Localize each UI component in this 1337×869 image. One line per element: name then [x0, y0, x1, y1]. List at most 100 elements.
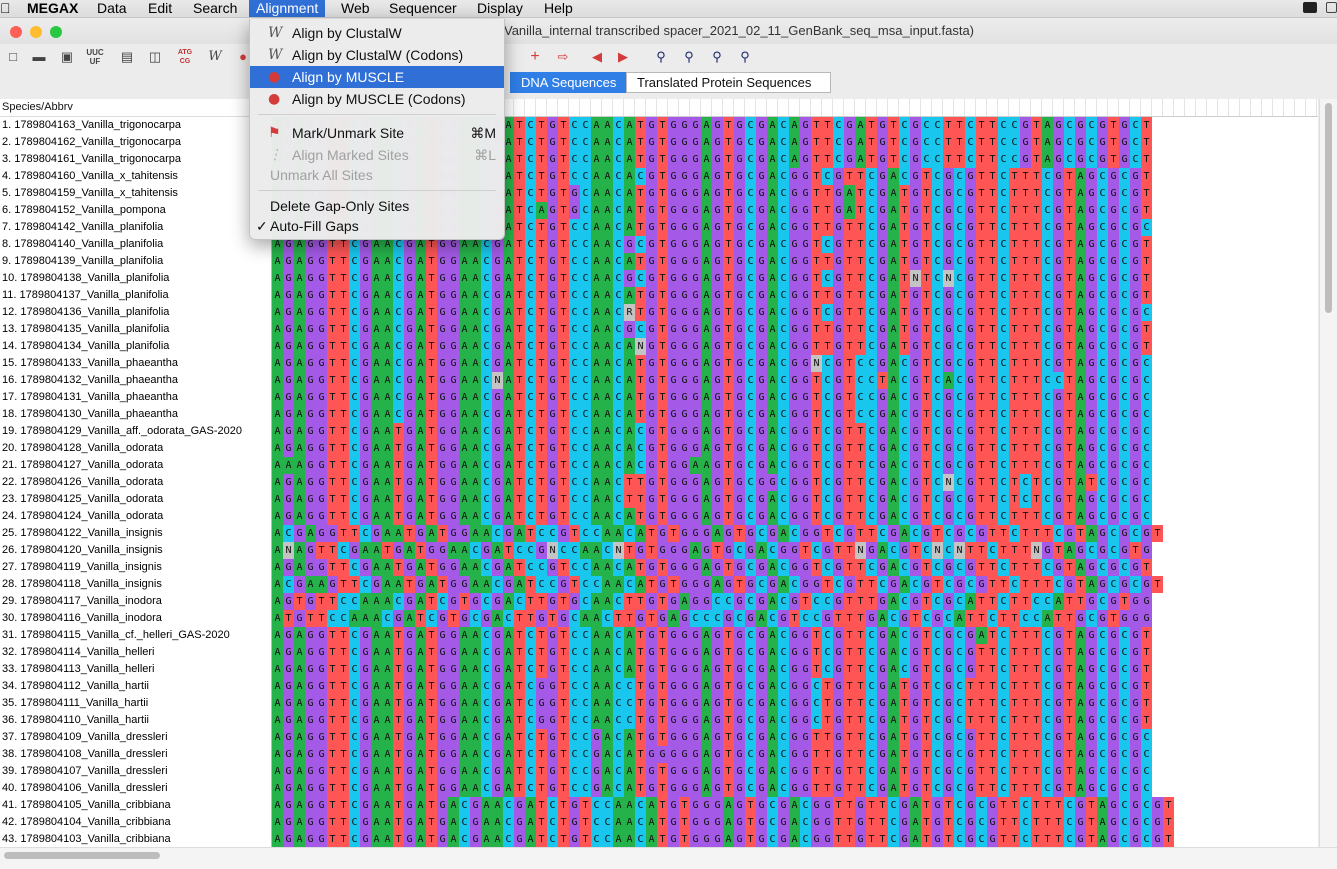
- base-cell[interactable]: C: [613, 695, 624, 712]
- base-cell[interactable]: T: [921, 831, 932, 847]
- base-cell[interactable]: A: [294, 474, 305, 491]
- base-cell[interactable]: A: [382, 644, 393, 661]
- base-cell[interactable]: G: [712, 270, 723, 287]
- base-cell[interactable]: A: [591, 389, 602, 406]
- base-cell[interactable]: G: [668, 270, 679, 287]
- base-cell[interactable]: A: [371, 610, 382, 627]
- base-cell[interactable]: C: [580, 151, 591, 168]
- base-cell[interactable]: G: [305, 321, 316, 338]
- base-cell[interactable]: C: [580, 729, 591, 746]
- base-cell[interactable]: T: [943, 814, 954, 831]
- base-cell[interactable]: G: [877, 746, 888, 763]
- base-cell[interactable]: C: [778, 423, 789, 440]
- base-cell[interactable]: G: [668, 117, 679, 134]
- base-cell[interactable]: G: [569, 797, 580, 814]
- base-cell[interactable]: A: [272, 457, 283, 474]
- base-cell[interactable]: G: [283, 440, 294, 457]
- base-cell[interactable]: T: [382, 542, 393, 559]
- base-cell[interactable]: G: [965, 168, 976, 185]
- base-cell[interactable]: C: [745, 627, 756, 644]
- base-cell[interactable]: G: [404, 457, 415, 474]
- base-cell[interactable]: G: [833, 270, 844, 287]
- base-cell[interactable]: G: [679, 644, 690, 661]
- base-cell[interactable]: C: [1042, 661, 1053, 678]
- base-cell[interactable]: C: [525, 219, 536, 236]
- base-cell[interactable]: G: [877, 729, 888, 746]
- base-cell[interactable]: T: [943, 151, 954, 168]
- base-cell[interactable]: C: [580, 134, 591, 151]
- base-cell[interactable]: T: [1031, 457, 1042, 474]
- base-cell[interactable]: G: [360, 321, 371, 338]
- base-cell[interactable]: G: [833, 253, 844, 270]
- base-cell[interactable]: G: [965, 644, 976, 661]
- base-cell[interactable]: T: [514, 678, 525, 695]
- base-cell[interactable]: T: [426, 491, 437, 508]
- base-cell[interactable]: G: [437, 491, 448, 508]
- site-header-cell[interactable]: [811, 99, 822, 116]
- base-cell[interactable]: T: [1009, 797, 1020, 814]
- base-cell[interactable]: C: [569, 729, 580, 746]
- site-header-cell[interactable]: [1141, 99, 1152, 116]
- base-cell[interactable]: G: [316, 644, 327, 661]
- base-cell[interactable]: T: [844, 678, 855, 695]
- base-cell[interactable]: G: [283, 423, 294, 440]
- sequence-name[interactable]: 9. 1789804139_Vanilla_planifolia: [0, 253, 271, 270]
- base-cell[interactable]: T: [921, 287, 932, 304]
- base-cell[interactable]: C: [580, 678, 591, 695]
- base-cell[interactable]: G: [1053, 695, 1064, 712]
- base-cell[interactable]: A: [701, 270, 712, 287]
- base-cell[interactable]: A: [1075, 457, 1086, 474]
- base-cell[interactable]: N: [1031, 542, 1042, 559]
- base-cell[interactable]: G: [393, 542, 404, 559]
- base-cell[interactable]: T: [921, 746, 932, 763]
- base-cell[interactable]: A: [272, 797, 283, 814]
- base-cell[interactable]: A: [415, 270, 426, 287]
- base-cell[interactable]: T: [635, 134, 646, 151]
- base-cell[interactable]: G: [1108, 219, 1119, 236]
- base-cell[interactable]: C: [998, 508, 1009, 525]
- base-cell[interactable]: A: [591, 593, 602, 610]
- base-cell[interactable]: G: [492, 270, 503, 287]
- base-cell[interactable]: C: [745, 746, 756, 763]
- base-cell[interactable]: T: [1009, 559, 1020, 576]
- base-cell[interactable]: G: [1097, 610, 1108, 627]
- sequence-row[interactable]: AGAGGTTCGAATGATGGAACGATCGGTCCAACCTGTGGGA…: [272, 678, 1318, 695]
- base-cell[interactable]: G: [756, 168, 767, 185]
- base-cell[interactable]: T: [327, 270, 338, 287]
- base-cell[interactable]: G: [800, 627, 811, 644]
- base-cell[interactable]: C: [921, 542, 932, 559]
- base-cell[interactable]: T: [723, 440, 734, 457]
- base-cell[interactable]: T: [987, 321, 998, 338]
- base-cell[interactable]: G: [756, 831, 767, 847]
- base-cell[interactable]: C: [1009, 117, 1020, 134]
- base-cell[interactable]: G: [734, 202, 745, 219]
- base-cell[interactable]: A: [382, 423, 393, 440]
- base-cell[interactable]: C: [778, 593, 789, 610]
- base-cell[interactable]: G: [448, 321, 459, 338]
- base-cell[interactable]: A: [393, 525, 404, 542]
- base-cell[interactable]: G: [1141, 576, 1152, 593]
- base-cell[interactable]: G: [800, 219, 811, 236]
- base-cell[interactable]: T: [1064, 695, 1075, 712]
- base-cell[interactable]: T: [844, 644, 855, 661]
- base-cell[interactable]: C: [811, 695, 822, 712]
- base-cell[interactable]: C: [921, 610, 932, 627]
- base-cell[interactable]: C: [382, 610, 393, 627]
- base-cell[interactable]: C: [393, 287, 404, 304]
- base-cell[interactable]: T: [976, 763, 987, 780]
- base-cell[interactable]: G: [459, 525, 470, 542]
- sequence-name[interactable]: 1. 1789804163_Vanilla_trigonocarpa: [0, 117, 271, 134]
- base-cell[interactable]: A: [976, 627, 987, 644]
- base-cell[interactable]: A: [701, 661, 712, 678]
- base-cell[interactable]: C: [976, 814, 987, 831]
- base-cell[interactable]: A: [481, 525, 492, 542]
- base-cell[interactable]: T: [987, 423, 998, 440]
- base-cell[interactable]: T: [723, 559, 734, 576]
- base-cell[interactable]: C: [569, 151, 580, 168]
- base-cell[interactable]: C: [569, 559, 580, 576]
- base-cell[interactable]: G: [536, 678, 547, 695]
- base-cell[interactable]: T: [1020, 542, 1031, 559]
- base-cell[interactable]: G: [668, 542, 679, 559]
- base-cell[interactable]: G: [305, 644, 316, 661]
- base-cell[interactable]: G: [316, 508, 327, 525]
